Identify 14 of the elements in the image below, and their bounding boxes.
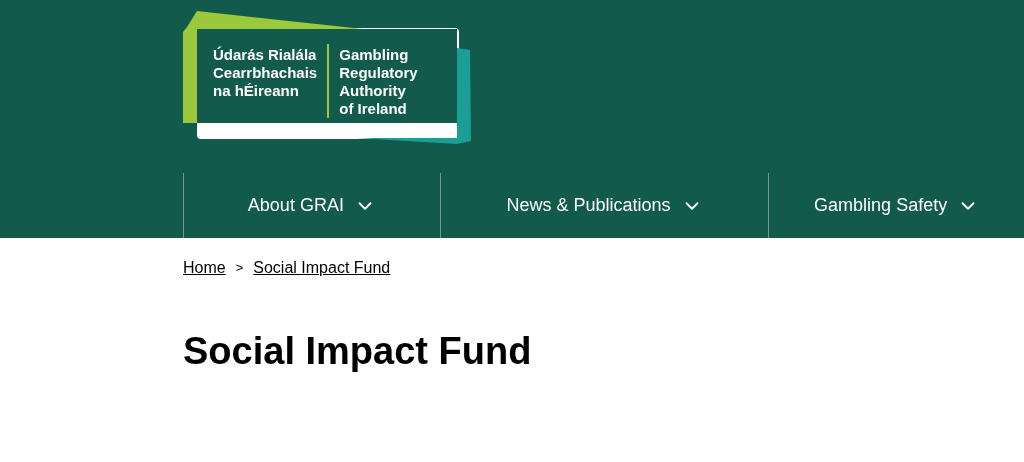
nav-item[interactable]: News & Publications bbox=[439, 173, 769, 238]
logo-text: na hÉireann bbox=[213, 82, 300, 100]
logo-text: Authority bbox=[339, 82, 407, 100]
logo-text: Cearrbhachais bbox=[213, 64, 318, 82]
page-title: Social Impact Fund bbox=[182, 332, 533, 370]
breadcrumb-link[interactable]: Home bbox=[183, 256, 226, 280]
breadcrumb-link[interactable]: Social Impact Fund bbox=[253, 256, 391, 280]
logo-text: Údarás Rialála bbox=[213, 46, 318, 64]
logo-text: of Ireland bbox=[339, 100, 408, 118]
nav-item[interactable]: Gambling Safety bbox=[768, 173, 1024, 238]
logo-text: Gambling bbox=[339, 46, 410, 64]
logo-text: Regulatory bbox=[339, 64, 418, 82]
nav-item[interactable]: About GRAI bbox=[183, 173, 440, 238]
breadcrumb-separator: > bbox=[235, 259, 244, 278]
